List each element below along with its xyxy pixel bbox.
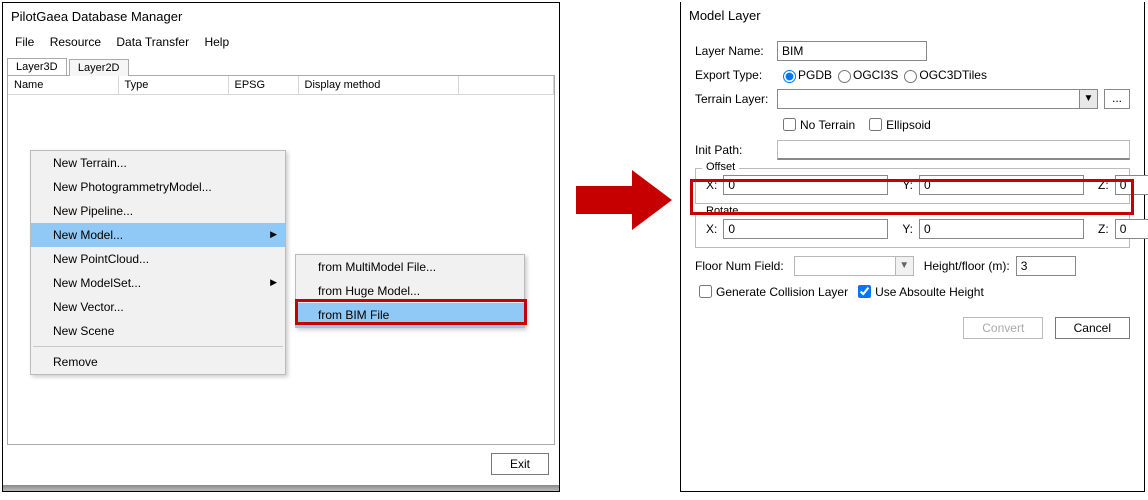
gen-collision-checkbox[interactable] bbox=[699, 285, 712, 298]
rotate-legend: Rotate bbox=[702, 205, 742, 217]
radio-ogc3dtiles[interactable] bbox=[904, 70, 917, 83]
submenu-new-model: from MultiModel File... from Huge Model.… bbox=[295, 254, 525, 328]
offset-y-label: Y: bbox=[902, 178, 913, 192]
radio-ogci3s[interactable] bbox=[838, 70, 851, 83]
radio-pgdb-label: PGDB bbox=[798, 68, 832, 82]
submenu-arrow-icon: ▶ bbox=[270, 277, 277, 288]
offset-fieldset: Offset X: Y: Z: bbox=[695, 168, 1130, 204]
menu-help[interactable]: Help bbox=[198, 32, 235, 52]
height-floor-label: Height/floor (m): bbox=[924, 259, 1010, 273]
col-name[interactable]: Name bbox=[8, 76, 118, 95]
dialog-title: Model Layer bbox=[681, 2, 1144, 29]
rotate-z-input[interactable] bbox=[1115, 219, 1148, 239]
mi-from-bim-file[interactable]: from BIM File bbox=[296, 303, 524, 327]
offset-x-label: X: bbox=[706, 178, 717, 192]
menu-file[interactable]: File bbox=[9, 32, 40, 52]
mi-new-modelset[interactable]: New ModelSet... ▶ bbox=[31, 271, 285, 295]
col-type[interactable]: Type bbox=[118, 76, 228, 95]
use-absolute-checkbox[interactable] bbox=[858, 285, 871, 298]
exit-button[interactable]: Exit bbox=[491, 453, 549, 475]
tab-layer3d[interactable]: Layer3D bbox=[7, 58, 67, 75]
menubar: File Resource Data Transfer Help bbox=[3, 30, 559, 56]
col-epsg[interactable]: EPSG bbox=[228, 76, 298, 95]
window-title: PilotGaea Database Manager bbox=[3, 3, 559, 30]
no-terrain-label: No Terrain bbox=[800, 118, 855, 132]
mi-from-huge-model[interactable]: from Huge Model... bbox=[296, 279, 524, 303]
radio-ogci3s-label: OGCI3S bbox=[853, 68, 898, 82]
chevron-down-icon[interactable]: ▼ bbox=[895, 257, 913, 275]
mi-new-pointcloud[interactable]: New PointCloud... bbox=[31, 247, 285, 271]
offset-x-input[interactable] bbox=[723, 175, 888, 195]
menu-separator bbox=[33, 346, 283, 347]
height-floor-input[interactable] bbox=[1016, 256, 1076, 276]
submenu-arrow-icon: ▶ bbox=[270, 229, 277, 240]
layer-name-input[interactable] bbox=[777, 41, 927, 61]
col-spacer bbox=[458, 76, 554, 95]
offset-legend: Offset bbox=[702, 161, 739, 173]
export-type-label: Export Type: bbox=[695, 68, 777, 82]
chevron-down-icon[interactable]: ▼ bbox=[1079, 90, 1097, 108]
init-path-input[interactable] bbox=[777, 140, 1130, 160]
rotate-x-label: X: bbox=[706, 222, 717, 236]
floor-field-label: Floor Num Field: bbox=[695, 259, 784, 273]
offset-y-input[interactable] bbox=[919, 175, 1084, 195]
offset-z-label: Z: bbox=[1098, 178, 1109, 192]
layer-name-label: Layer Name: bbox=[695, 44, 777, 58]
ellipsoid-checkbox[interactable] bbox=[869, 118, 882, 131]
mi-new-scene[interactable]: New Scene bbox=[31, 319, 285, 343]
mi-new-modelset-label: New ModelSet... bbox=[53, 276, 141, 290]
ellipsoid-label: Ellipsoid bbox=[886, 118, 931, 132]
mi-new-pipeline[interactable]: New Pipeline... bbox=[31, 199, 285, 223]
mi-new-vector[interactable]: New Vector... bbox=[31, 295, 285, 319]
mi-remove[interactable]: Remove bbox=[31, 350, 285, 374]
floor-field-combo[interactable]: ▼ bbox=[794, 256, 914, 276]
mi-new-model-label: New Model... bbox=[53, 228, 123, 242]
rotate-y-input[interactable] bbox=[919, 219, 1084, 239]
red-arrow-icon bbox=[576, 170, 672, 230]
radio-ogc3dtiles-label: OGC3DTiles bbox=[919, 68, 987, 82]
terrain-browse-button[interactable]: ... bbox=[1104, 89, 1130, 109]
cancel-button[interactable]: Cancel bbox=[1055, 317, 1130, 339]
radio-pgdb[interactable] bbox=[783, 70, 796, 83]
rotate-x-input[interactable] bbox=[723, 219, 888, 239]
context-menu: New Terrain... New PhotogrammetryModel..… bbox=[30, 150, 286, 375]
tabs: Layer3D Layer2D bbox=[7, 58, 555, 75]
menu-resource[interactable]: Resource bbox=[44, 32, 107, 52]
rotate-z-label: Z: bbox=[1098, 222, 1109, 236]
window-shadow bbox=[3, 485, 559, 491]
menu-data-transfer[interactable]: Data Transfer bbox=[110, 32, 195, 52]
rotate-y-label: Y: bbox=[902, 222, 913, 236]
mi-new-model[interactable]: New Model... ▶ bbox=[31, 223, 285, 247]
terrain-layer-combo[interactable]: ▼ bbox=[777, 89, 1098, 109]
mi-new-photogrammetry[interactable]: New PhotogrammetryModel... bbox=[31, 175, 285, 199]
col-display-method[interactable]: Display method bbox=[298, 76, 458, 95]
init-path-label: Init Path: bbox=[695, 143, 777, 157]
no-terrain-checkbox[interactable] bbox=[783, 118, 796, 131]
offset-z-input[interactable] bbox=[1115, 175, 1148, 195]
tab-layer2d[interactable]: Layer2D bbox=[69, 59, 129, 76]
gen-collision-label: Generate Collision Layer bbox=[716, 285, 848, 299]
mi-from-multimodel[interactable]: from MultiModel File... bbox=[296, 255, 524, 279]
convert-button[interactable]: Convert bbox=[963, 317, 1043, 339]
rotate-fieldset: Rotate X: Y: Z: bbox=[695, 212, 1130, 248]
terrain-layer-label: Terrain Layer: bbox=[695, 92, 777, 106]
use-absolute-label: Use Absoulte Height bbox=[875, 285, 984, 299]
mi-new-terrain[interactable]: New Terrain... bbox=[31, 151, 285, 175]
model-layer-dialog: Model Layer Layer Name: Export Type: PGD… bbox=[680, 2, 1145, 492]
